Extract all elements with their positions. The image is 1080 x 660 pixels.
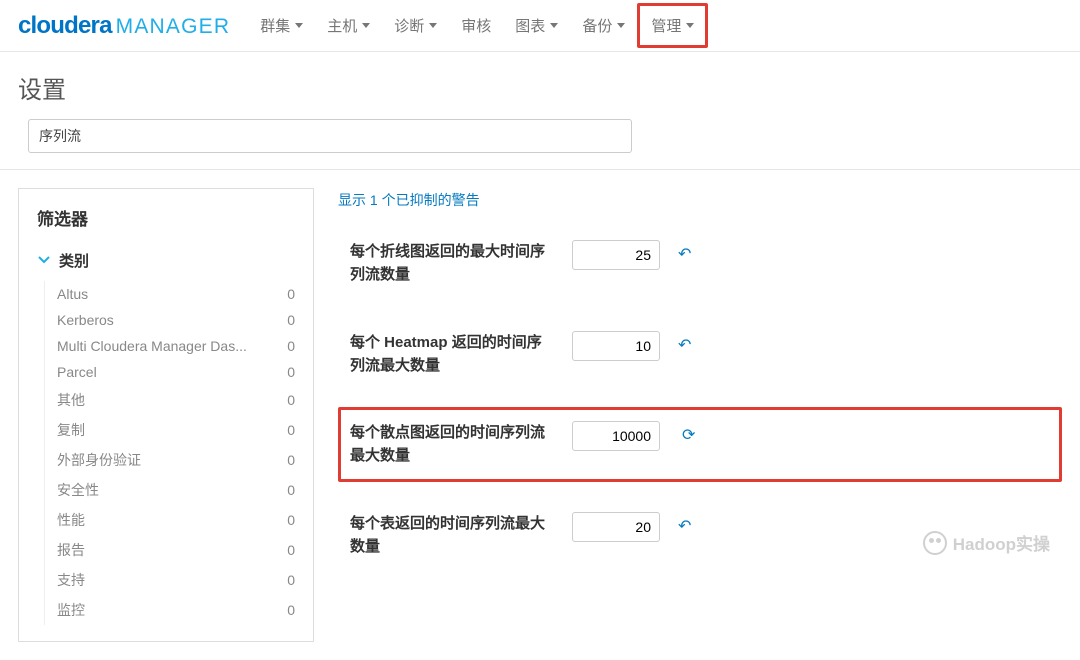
nav-label: 群集 [260, 15, 290, 36]
category-label: 复制 [57, 420, 85, 440]
nav-item-hosts[interactable]: 主机 [315, 1, 382, 50]
category-label: 外部身份验证 [57, 450, 141, 470]
brand-cloudera: cloudera [18, 12, 112, 40]
category-count: 0 [287, 422, 295, 438]
category-label: 性能 [57, 510, 85, 530]
category-label: Parcel [57, 364, 97, 380]
nav-item-cluster[interactable]: 群集 [248, 1, 315, 50]
filter-panel: 筛选器 类别 Altus 0 Kerberos 0 Multi Cloudera M… [18, 188, 314, 642]
category-count: 0 [287, 572, 295, 588]
category-row[interactable]: Kerberos 0 [57, 307, 295, 333]
category-row[interactable]: 报告 0 [57, 535, 295, 565]
category-label: Altus [57, 286, 88, 302]
nav-label: 审核 [461, 15, 491, 36]
category-count: 0 [287, 312, 295, 328]
top-nav: cloudera MANAGER 群集 主机 诊断 审核 图表 备份 管理 [0, 0, 1080, 52]
category-row[interactable]: 复制 0 [57, 415, 295, 445]
category-row[interactable]: 监控 0 [57, 595, 295, 625]
page-title: 设置 [0, 52, 1080, 119]
category-list: Altus 0 Kerberos 0 Multi Cloudera Manager … [44, 281, 295, 625]
caret-down-icon [295, 23, 303, 28]
category-row[interactable]: Parcel 0 [57, 359, 295, 385]
category-label: Kerberos [57, 312, 114, 328]
category-row[interactable]: 外部身份验证 0 [57, 445, 295, 475]
nav-label: 管理 [651, 15, 681, 36]
nav-item-charts[interactable]: 图表 [503, 1, 570, 50]
revert-icon[interactable]: ↶ [678, 331, 691, 355]
setting-label: 每个散点图返回的时间序列流最大数量 [350, 421, 554, 468]
category-row[interactable]: Altus 0 [57, 281, 295, 307]
search-wrap [0, 119, 1080, 170]
nav-item-diagnostics[interactable]: 诊断 [382, 1, 449, 50]
wechat-icon [923, 531, 947, 555]
content: 筛选器 类别 Altus 0 Kerberos 0 Multi Cloudera M… [0, 170, 1080, 660]
setting-input-heatmap[interactable] [572, 331, 660, 361]
setting-input-table[interactable] [572, 512, 660, 542]
setting-label: 每个表返回的时间序列流最大数量 [350, 512, 554, 559]
setting-input-scatter[interactable] [572, 421, 660, 451]
setting-label: 每个折线图返回的最大时间序列流数量 [350, 240, 554, 287]
filter-section-label: 类别 [59, 250, 89, 271]
chevron-down-icon [37, 252, 51, 270]
revert-icon[interactable]: ↶ [678, 240, 691, 264]
setting-row-heatmap: 每个 Heatmap 返回的时间序列流最大数量 ↶ [338, 317, 1062, 392]
main-column: 显示 1 个已抑制的警告 每个折线图返回的最大时间序列流数量 ↶ 每个 Heat… [338, 188, 1062, 642]
brand[interactable]: cloudera MANAGER [18, 12, 230, 40]
category-label: 安全性 [57, 480, 99, 500]
category-row[interactable]: 其他 0 [57, 385, 295, 415]
category-label: 支持 [57, 570, 85, 590]
category-count: 0 [287, 512, 295, 528]
nav-item-admin[interactable]: 管理 [637, 3, 708, 48]
suppressed-warning-link[interactable]: 显示 1 个已抑制的警告 [338, 190, 480, 210]
category-label: 其他 [57, 390, 85, 410]
caret-down-icon [429, 23, 437, 28]
nav-label: 备份 [582, 15, 612, 36]
category-row[interactable]: Multi Cloudera Manager Das... 0 [57, 333, 295, 359]
brand-manager: MANAGER [116, 15, 231, 39]
caret-down-icon [362, 23, 370, 28]
category-label: 监控 [57, 600, 85, 620]
category-count: 0 [287, 392, 295, 408]
nav-label: 图表 [515, 15, 545, 36]
category-count: 0 [287, 286, 295, 302]
setting-input-line-chart[interactable] [572, 240, 660, 270]
category-count: 0 [287, 452, 295, 468]
search-input[interactable] [28, 119, 632, 153]
nav-label: 主机 [327, 15, 357, 36]
category-row[interactable]: 安全性 0 [57, 475, 295, 505]
nav-items: 群集 主机 诊断 审核 图表 备份 管理 [248, 1, 708, 50]
category-count: 0 [287, 482, 295, 498]
nav-item-audit[interactable]: 审核 [449, 1, 503, 50]
category-count: 0 [287, 338, 295, 354]
category-count: 0 [287, 364, 295, 380]
category-label: Multi Cloudera Manager Das... [57, 338, 247, 354]
category-row[interactable]: 性能 0 [57, 505, 295, 535]
setting-label: 每个 Heatmap 返回的时间序列流最大数量 [350, 331, 554, 378]
category-row[interactable]: 支持 0 [57, 565, 295, 595]
revert-icon[interactable]: ↶ [678, 512, 691, 536]
caret-down-icon [550, 23, 558, 28]
nav-item-backup[interactable]: 备份 [570, 1, 637, 50]
caret-down-icon [686, 23, 694, 28]
filter-section-header[interactable]: 类别 [37, 250, 295, 271]
nav-label: 诊断 [394, 15, 424, 36]
caret-down-icon [617, 23, 625, 28]
setting-row-scatter: 每个散点图返回的时间序列流最大数量 ⟳ [338, 407, 1062, 482]
category-count: 0 [287, 602, 295, 618]
watermark: Hadoop实操 [923, 530, 1050, 555]
setting-row-line-chart: 每个折线图返回的最大时间序列流数量 ↶ [338, 226, 1062, 301]
category-label: 报告 [57, 540, 85, 560]
category-count: 0 [287, 542, 295, 558]
watermark-text: Hadoop实操 [953, 530, 1050, 555]
filter-title: 筛选器 [37, 205, 295, 230]
revert-icon[interactable]: ⟳ [682, 421, 695, 445]
